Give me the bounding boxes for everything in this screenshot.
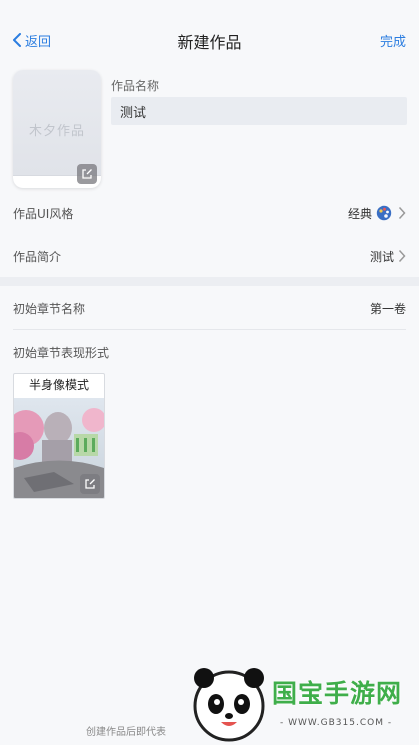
cover-placeholder-text: 木夕作品 <box>28 124 85 139</box>
navigation-bar: 返回 新建作品 完成 <box>0 0 419 80</box>
chevron-right-icon <box>398 206 406 220</box>
chevron-right-icon <box>398 249 406 263</box>
done-button[interactable]: 完成 <box>380 31 406 50</box>
ui-style-value: 经典 <box>347 206 372 221</box>
chapter-name-label: 初始章节名称 <box>13 301 86 316</box>
edit-icon <box>85 479 95 489</box>
panda-logo-icon <box>193 668 265 742</box>
edit-mode-button[interactable] <box>80 474 100 494</box>
chapter-name-row: 初始章节名称 <box>13 293 406 323</box>
watermark: 国宝手游网 - WWW.GB315.COM - <box>184 664 419 745</box>
cover-image[interactable]: 木夕作品 <box>13 70 101 188</box>
ui-style-row[interactable]: 作品UI风格 经典 <box>13 198 406 228</box>
intro-row[interactable]: 作品简介 测试 <box>13 241 406 271</box>
chapter-mode-card[interactable]: 半身像模式 <box>13 373 105 499</box>
mode-card-title: 半身像模式 <box>28 378 89 392</box>
palette-icon <box>376 205 392 221</box>
section-divider <box>0 277 419 286</box>
ui-style-label: 作品UI风格 <box>13 206 74 221</box>
chapter-mode-row: 初始章节表现形式 <box>13 337 406 367</box>
footer-agreement-text: 创建作品后即代表 <box>86 727 166 738</box>
edit-cover-button[interactable] <box>77 164 97 184</box>
watermark-brand: 国宝手游网 <box>272 679 403 708</box>
intro-value: 测试 <box>369 249 394 264</box>
edit-icon <box>82 169 92 179</box>
chapter-name-input[interactable] <box>286 301 406 315</box>
work-name-input[interactable] <box>111 97 407 125</box>
intro-label: 作品简介 <box>13 249 62 264</box>
chapter-mode-label: 初始章节表现形式 <box>13 345 110 360</box>
divider <box>13 329 406 330</box>
watermark-url: - WWW.GB315.COM - <box>280 718 393 728</box>
work-name-label: 作品名称 <box>111 79 160 93</box>
page-title: 新建作品 <box>177 33 242 52</box>
